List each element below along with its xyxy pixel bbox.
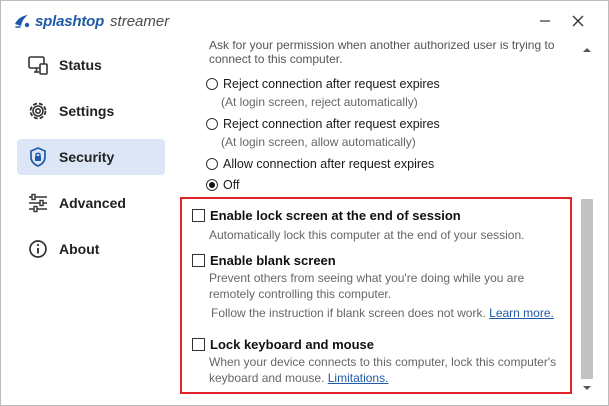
permission-description: Ask for your permission when another aut… bbox=[209, 41, 555, 66]
monitor-status-icon bbox=[27, 54, 49, 76]
lock-keyboard-description: When your device connects to this comput… bbox=[209, 354, 569, 386]
product-name: streamer bbox=[110, 12, 170, 30]
sidebar: Status Settings Security Advanced About bbox=[1, 41, 176, 403]
sidebar-item-advanced[interactable]: Advanced bbox=[17, 185, 165, 221]
limitations-link[interactable]: Limitations. bbox=[328, 371, 389, 385]
close-icon bbox=[572, 15, 584, 27]
security-content: Ask for your permission when another aut… bbox=[177, 41, 577, 403]
radio-reject-login-reject[interactable]: Reject connection after request expires bbox=[206, 77, 440, 91]
radio-reject-login-allow[interactable]: Reject connection after request expires bbox=[206, 117, 440, 131]
sidebar-item-label: Advanced bbox=[59, 195, 126, 211]
lock-screen-description: Automatically lock this computer at the … bbox=[209, 228, 525, 242]
lock-keyboard-checkbox[interactable] bbox=[192, 338, 205, 351]
gear-icon bbox=[27, 100, 49, 122]
sliders-icon bbox=[27, 192, 49, 214]
minimize-button[interactable] bbox=[531, 9, 559, 33]
vertical-scrollbar[interactable] bbox=[578, 41, 596, 399]
radio-label: Allow connection after request expires bbox=[223, 157, 435, 171]
minimize-icon bbox=[540, 20, 550, 22]
blank-screen-checkbox[interactable] bbox=[192, 254, 205, 267]
radio-off[interactable]: Off bbox=[206, 178, 239, 192]
radio-label: Reject connection after request expires bbox=[223, 117, 440, 131]
radio-button-selected[interactable] bbox=[206, 179, 218, 191]
sidebar-item-label: Status bbox=[59, 57, 102, 73]
radio-button[interactable] bbox=[206, 118, 218, 130]
shield-lock-icon bbox=[27, 146, 49, 168]
scroll-down-icon bbox=[583, 386, 591, 390]
sidebar-item-label: Security bbox=[59, 149, 115, 165]
lock-screen-option[interactable]: Enable lock screen at the end of session bbox=[192, 208, 461, 223]
app-logo: splashtop streamer bbox=[13, 12, 169, 30]
title-bar: splashtop streamer bbox=[1, 1, 608, 41]
blank-screen-label: Enable blank screen bbox=[210, 253, 336, 268]
radio-note: (At login screen, allow automatically) bbox=[221, 135, 416, 149]
sidebar-item-status[interactable]: Status bbox=[17, 47, 165, 83]
lock-screen-label: Enable lock screen at the end of session bbox=[210, 208, 461, 223]
instruction-text: Follow the instruction if blank screen d… bbox=[211, 306, 486, 320]
scroll-down-button[interactable] bbox=[582, 383, 592, 393]
scroll-up-button[interactable] bbox=[582, 45, 592, 55]
scroll-thumb[interactable] bbox=[581, 199, 593, 379]
info-icon bbox=[27, 238, 49, 260]
splashtop-logo-icon bbox=[15, 15, 30, 28]
brand-name: splashtop bbox=[35, 12, 105, 30]
radio-allow-after-expire[interactable]: Allow connection after request expires bbox=[206, 157, 434, 171]
sidebar-item-security[interactable]: Security bbox=[17, 139, 165, 175]
radio-button[interactable] bbox=[206, 158, 218, 170]
radio-note: (At login screen, reject automatically) bbox=[221, 95, 418, 109]
lock-keyboard-label: Lock keyboard and mouse bbox=[210, 337, 374, 352]
sidebar-item-about[interactable]: About bbox=[17, 231, 165, 267]
radio-label: Off bbox=[223, 178, 240, 192]
blank-screen-option[interactable]: Enable blank screen bbox=[192, 253, 336, 268]
radio-label: Reject connection after request expires bbox=[223, 77, 440, 91]
scroll-up-icon bbox=[583, 48, 591, 52]
blank-screen-description: Prevent others from seeing what you're d… bbox=[209, 271, 525, 301]
sidebar-item-label: About bbox=[59, 241, 100, 257]
lock-screen-checkbox[interactable] bbox=[192, 209, 205, 222]
blank-screen-instruction: Follow the instruction if blank screen d… bbox=[211, 305, 571, 321]
sidebar-item-settings[interactable]: Settings bbox=[17, 93, 165, 129]
radio-button[interactable] bbox=[206, 78, 218, 90]
lock-keyboard-option[interactable]: Lock keyboard and mouse bbox=[192, 337, 374, 352]
app-window: splashtop streamer Status Settings Secur… bbox=[0, 0, 609, 406]
sidebar-item-label: Settings bbox=[59, 103, 115, 119]
learn-more-link[interactable]: Learn more. bbox=[489, 306, 554, 320]
close-button[interactable] bbox=[564, 9, 592, 33]
